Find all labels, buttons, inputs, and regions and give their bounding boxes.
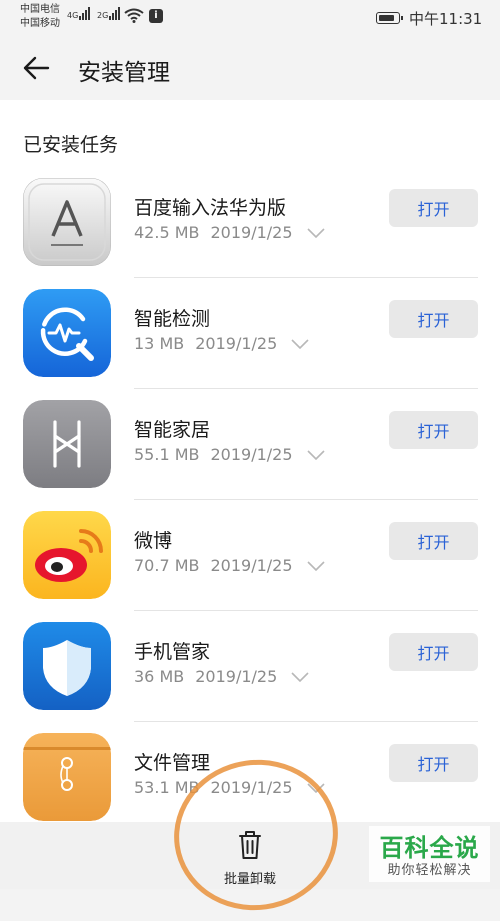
app-bar: 安装管理 <box>0 36 500 100</box>
open-button[interactable]: 打开 <box>389 522 478 560</box>
app-meta: 36 MB 2019/1/25 <box>134 667 309 686</box>
installed-list-card: 已安装任务 百度输入法华为版 42.5 MB 2019/1/25 打开 智能检测… <box>0 100 500 822</box>
app-name: 智能家居 <box>134 419 211 441</box>
app-row[interactable]: 百度输入法华为版 42.5 MB 2019/1/25 打开 <box>0 167 500 278</box>
page-title: 安装管理 <box>78 60 170 86</box>
app-meta: 13 MB 2019/1/25 <box>134 334 309 353</box>
smart-detect-icon <box>23 289 111 377</box>
watermark: 百科全说 助你轻松解决 <box>369 826 490 882</box>
watermark-title: 百科全说 <box>379 834 480 862</box>
app-date: 2019/1/25 <box>210 223 293 242</box>
open-button[interactable]: 打开 <box>389 189 478 227</box>
wifi-icon <box>124 8 144 23</box>
app-name: 文件管理 <box>134 752 211 774</box>
app-size: 36 MB <box>134 667 185 686</box>
chevron-down-icon[interactable] <box>306 560 325 571</box>
notification-icon: i <box>149 9 163 23</box>
app-date: 2019/1/25 <box>210 556 293 575</box>
open-button[interactable]: 打开 <box>389 300 478 338</box>
clock: 中午11:31 <box>409 10 483 28</box>
app-size: 70.7 MB <box>134 556 200 575</box>
app-meta: 55.1 MB 2019/1/25 <box>134 445 325 464</box>
network-1-label: 4G <box>67 11 79 20</box>
weibo-icon <box>23 511 111 599</box>
phone-manager-icon <box>23 622 111 710</box>
chevron-down-icon[interactable] <box>291 671 309 682</box>
carrier-2: 中国移动 <box>20 18 60 29</box>
app-meta: 42.5 MB 2019/1/25 <box>134 223 325 242</box>
app-row[interactable]: 微博 70.7 MB 2019/1/25 打开 <box>0 500 500 611</box>
chevron-down-icon[interactable] <box>306 227 325 238</box>
file-manager-icon <box>23 733 111 821</box>
chevron-down-icon[interactable] <box>306 449 325 460</box>
arrow-left-icon <box>23 56 50 80</box>
open-button[interactable]: 打开 <box>389 633 478 671</box>
app-name: 手机管家 <box>134 641 211 663</box>
app-size: 42.5 MB <box>134 223 200 242</box>
app-name: 智能检测 <box>134 308 211 330</box>
signal-1-icon: 4G <box>67 6 91 20</box>
section-title: 已安装任务 <box>23 134 119 156</box>
status-bar: 中国电信 中国移动 4G 2G i 中午11:31 <box>0 0 500 36</box>
chevron-down-icon[interactable] <box>291 338 309 349</box>
signal-2-icon: 2G <box>97 6 121 20</box>
back-button[interactable] <box>18 50 54 86</box>
carrier-labels: 中国电信 中国移动 <box>20 3 60 31</box>
app-size: 55.1 MB <box>134 445 200 464</box>
open-button[interactable]: 打开 <box>389 411 478 449</box>
app-row[interactable]: 手机管家 36 MB 2019/1/25 打开 <box>0 611 500 722</box>
baidu-input-icon <box>23 178 111 266</box>
app-date: 2019/1/25 <box>195 667 278 686</box>
app-name: 百度输入法华为版 <box>134 197 287 219</box>
app-date: 2019/1/25 <box>210 445 293 464</box>
carrier-1: 中国电信 <box>20 4 60 15</box>
smart-home-icon <box>23 400 111 488</box>
watermark-subtitle: 助你轻松解决 <box>387 863 472 878</box>
network-2-label: 2G <box>97 11 109 20</box>
app-size: 13 MB <box>134 334 185 353</box>
open-button[interactable]: 打开 <box>389 744 478 782</box>
app-row[interactable]: 智能检测 13 MB 2019/1/25 打开 <box>0 278 500 389</box>
battery-icon <box>376 12 403 24</box>
app-date: 2019/1/25 <box>195 334 278 353</box>
app-row[interactable]: 智能家居 55.1 MB 2019/1/25 打开 <box>0 389 500 500</box>
app-name: 微博 <box>134 530 173 552</box>
app-meta: 70.7 MB 2019/1/25 <box>134 556 325 575</box>
